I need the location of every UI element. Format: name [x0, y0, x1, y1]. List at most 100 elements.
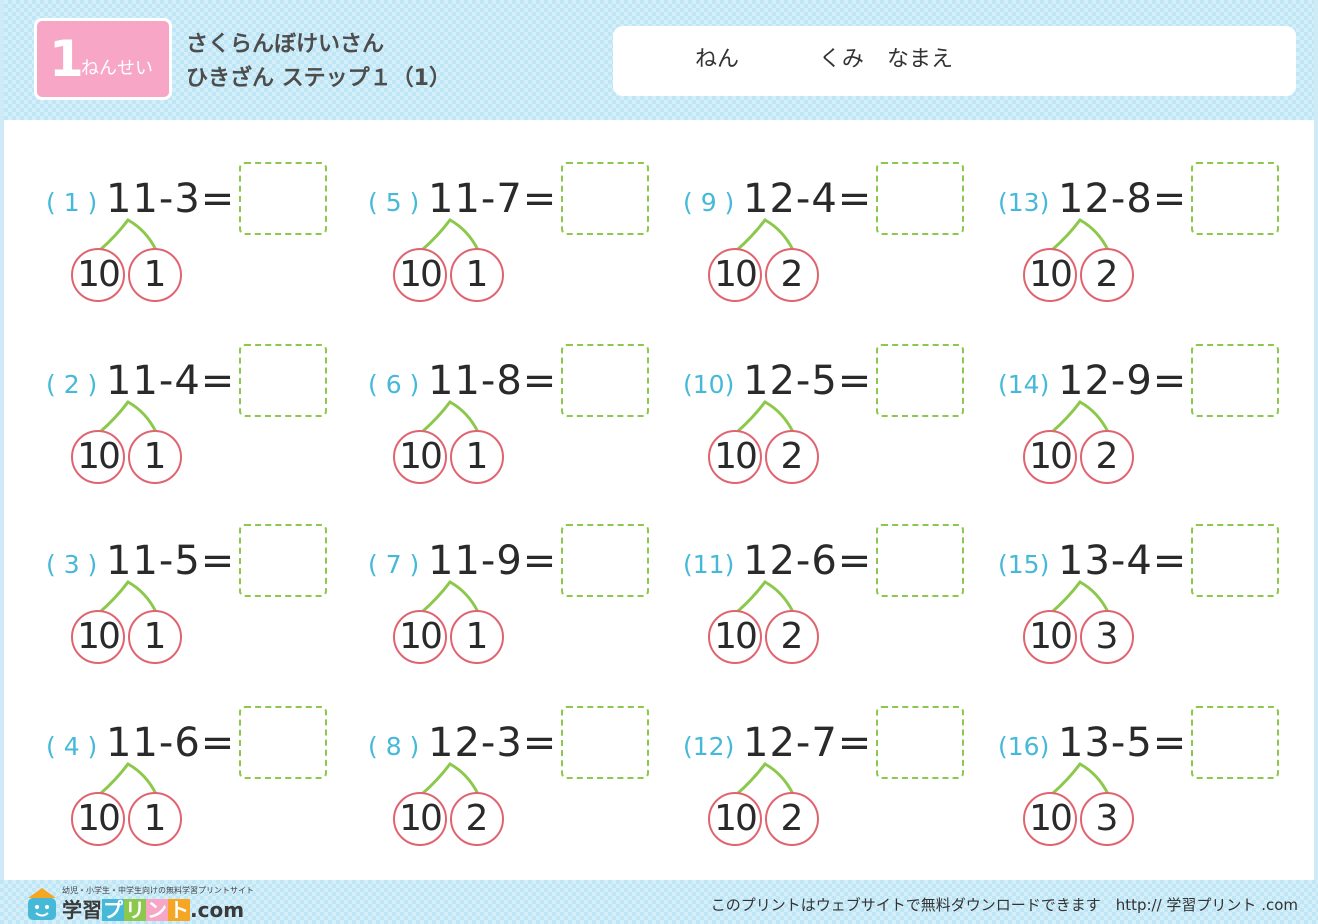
answer-box[interactable] [239, 524, 327, 597]
logo-tagline: 幼児・小学生・中学生向けの無料学習プリントサイト [62, 886, 254, 895]
cherry-left: 10 [71, 792, 125, 846]
problem-number: (15) [998, 550, 1050, 579]
cherry-left: 10 [1023, 430, 1077, 484]
problem-item: ( 9 ) 12-4= 10 2 [683, 160, 983, 320]
problem-number: ( 2 ) [46, 370, 98, 399]
grade-number: 1 [49, 30, 84, 88]
cherry-left: 10 [708, 248, 762, 302]
problem-number: ( 8 ) [368, 732, 420, 761]
cherry-left: 10 [1023, 610, 1077, 664]
answer-box[interactable] [239, 706, 327, 779]
problem-item: ( 8 ) 12-3= 10 2 [368, 704, 668, 864]
sheet-border-right [1314, 0, 1318, 924]
cherry-left: 10 [1023, 792, 1077, 846]
answer-box[interactable] [876, 162, 964, 235]
logo-icon [28, 888, 56, 920]
problem-item: ( 7 ) 11-9= 10 1 [368, 522, 668, 682]
cherry-right: 2 [1080, 430, 1134, 484]
cherry-left: 10 [708, 792, 762, 846]
answer-box[interactable] [876, 706, 964, 779]
answer-box[interactable] [1191, 162, 1279, 235]
cherry-right: 2 [1080, 248, 1134, 302]
problem-item: (11) 12-6= 10 2 [683, 522, 983, 682]
problem-number: ( 9 ) [683, 188, 735, 217]
answer-box[interactable] [1191, 524, 1279, 597]
worksheet-title: さくらんぼけいさん ひきざん ステップ１（1） [186, 28, 451, 96]
answer-box[interactable] [876, 344, 964, 417]
problem-number: ( 3 ) [46, 550, 98, 579]
cherry-right: 3 [1080, 792, 1134, 846]
problem-item: (14) 12-9= 10 2 [998, 342, 1298, 502]
problem-item: (15) 13-4= 10 3 [998, 522, 1298, 682]
problem-item: ( 4 ) 11-6= 10 1 [46, 704, 346, 864]
answer-box[interactable] [876, 524, 964, 597]
problem-item: (13) 12-8= 10 2 [998, 160, 1298, 320]
cherry-right: 1 [128, 610, 182, 664]
footer-note: このプリントはウェブサイトで無料ダウンロードできます http:// 学習プリン… [710, 896, 1298, 914]
title-line-2: ひきざん ステップ１（1） [186, 66, 451, 91]
problem-item: (10) 12-5= 10 2 [683, 342, 983, 502]
problem-item: ( 6 ) 11-8= 10 1 [368, 342, 668, 502]
cherry-right: 1 [128, 430, 182, 484]
logo-kana-pu: プ [102, 898, 124, 922]
problem-number: (16) [998, 732, 1050, 761]
cherry-left: 10 [393, 792, 447, 846]
grade-badge: 1 ねんせい [34, 18, 172, 100]
cherry-left: 10 [393, 430, 447, 484]
cherry-left: 10 [1023, 248, 1077, 302]
header-bar: 1 ねんせい さくらんぼけいさん ひきざん ステップ１（1） ねん くみ なまえ [0, 0, 1318, 120]
answer-box[interactable] [239, 344, 327, 417]
name-box: ねん くみ なまえ [613, 26, 1296, 96]
problem-item: ( 1 ) 11-3= 10 1 [46, 160, 346, 320]
sheet-border-left [0, 0, 4, 924]
problem-number: (12) [683, 732, 735, 761]
problem-number: (11) [683, 550, 735, 579]
problem-item: ( 5 ) 11-7= 10 1 [368, 160, 668, 320]
problem-number: ( 7 ) [368, 550, 420, 579]
cherry-right: 2 [765, 430, 819, 484]
logo-wordmark: 学習プリント.com [62, 897, 244, 923]
cherry-right: 2 [765, 792, 819, 846]
problem-item: ( 2 ) 11-4= 10 1 [46, 342, 346, 502]
title-line-1: さくらんぼけいさん [186, 32, 385, 57]
cherry-left: 10 [71, 610, 125, 664]
cherry-right: 1 [450, 610, 504, 664]
cherry-left: 10 [708, 430, 762, 484]
cherry-right: 3 [1080, 610, 1134, 664]
problem-item: (16) 13-5= 10 3 [998, 704, 1298, 864]
logo-kana-ri: リ [124, 898, 146, 922]
name-field-name: なまえ [887, 47, 954, 72]
logo-kana-n: ン [146, 898, 168, 922]
cherry-left: 10 [708, 610, 762, 664]
problem-number: ( 5 ) [368, 188, 420, 217]
problem-item: (12) 12-7= 10 2 [683, 704, 983, 864]
answer-box[interactable] [561, 524, 649, 597]
logo-kana-to: ト [168, 898, 190, 922]
answer-box[interactable] [239, 162, 327, 235]
cherry-left: 10 [393, 610, 447, 664]
cherry-right: 2 [765, 248, 819, 302]
answer-box[interactable] [561, 706, 649, 779]
grade-label: ねんせい [81, 58, 153, 79]
answer-box[interactable] [561, 344, 649, 417]
problem-number: (10) [683, 370, 735, 399]
logo-text-kanji: 学習 [62, 898, 102, 922]
answer-box[interactable] [1191, 706, 1279, 779]
logo-text-domain: .com [190, 898, 245, 922]
answer-box[interactable] [561, 162, 649, 235]
problem-number: (13) [998, 188, 1050, 217]
cherry-right: 1 [450, 430, 504, 484]
problem-number: ( 6 ) [368, 370, 420, 399]
cherry-left: 10 [393, 248, 447, 302]
answer-box[interactable] [1191, 344, 1279, 417]
cherry-left: 10 [71, 430, 125, 484]
cherry-right: 1 [128, 248, 182, 302]
name-field-class: くみ [819, 47, 864, 72]
cherry-right: 2 [450, 792, 504, 846]
footer-bar: 幼児・小学生・中学生向けの無料学習プリントサイト 学習プリント.com このプリ… [0, 880, 1318, 924]
name-field-year: ねん [695, 47, 740, 72]
cherry-left: 10 [71, 248, 125, 302]
cherry-right: 1 [128, 792, 182, 846]
problem-number: (14) [998, 370, 1050, 399]
cherry-right: 2 [765, 610, 819, 664]
